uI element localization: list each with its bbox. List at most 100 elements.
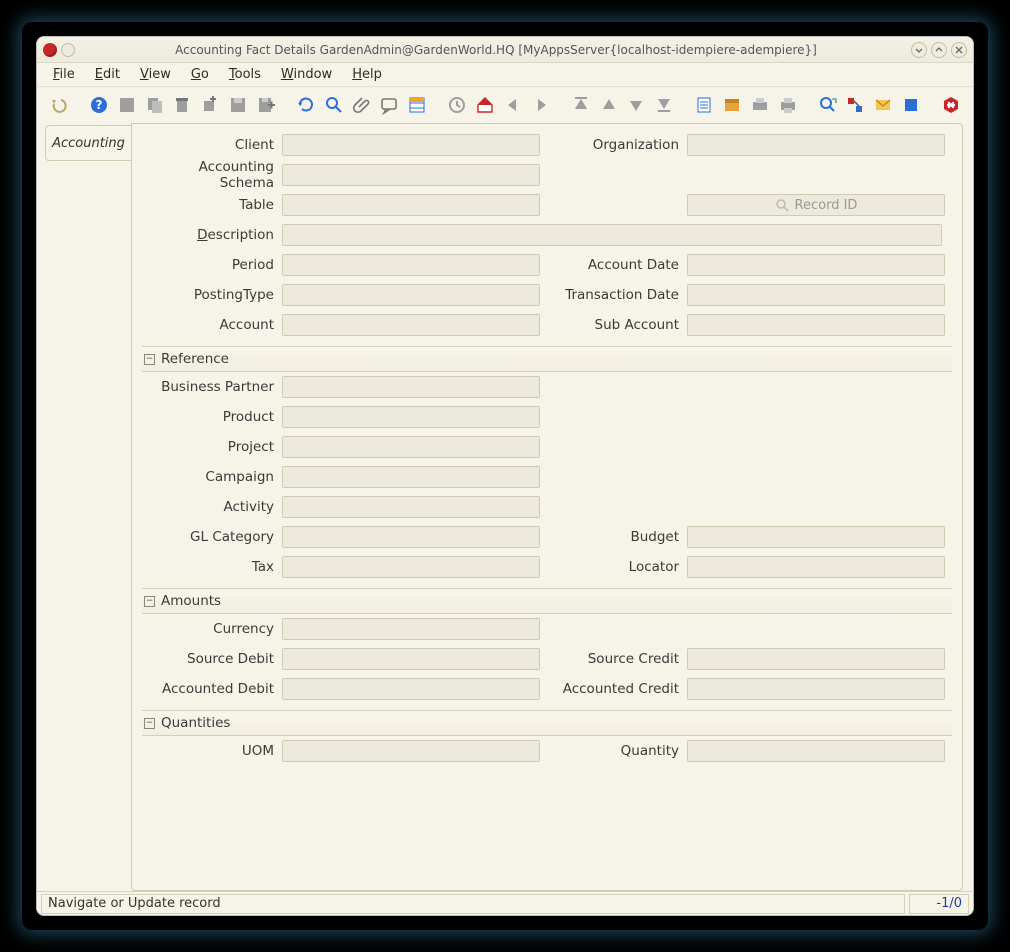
delete-icon[interactable] xyxy=(170,93,194,117)
field-gl-category[interactable] xyxy=(282,526,540,548)
collapse-icon: − xyxy=(144,596,155,607)
menu-go[interactable]: Go xyxy=(183,65,217,84)
label-campaign: Campaign xyxy=(142,469,282,485)
zoom-across-icon[interactable] xyxy=(816,93,840,117)
field-accounted-credit[interactable] xyxy=(687,678,945,700)
field-budget[interactable] xyxy=(687,526,945,548)
refresh-icon[interactable] xyxy=(294,93,318,117)
first-icon[interactable] xyxy=(569,93,593,117)
history-icon[interactable] xyxy=(445,93,469,117)
help-icon[interactable]: ? xyxy=(87,93,111,117)
delete-selection-icon[interactable] xyxy=(198,93,222,117)
field-sub-account[interactable] xyxy=(687,314,945,336)
section-amounts-label: Amounts xyxy=(161,593,221,609)
field-locator[interactable] xyxy=(687,556,945,578)
label-uom: UOM xyxy=(142,743,282,759)
field-client[interactable] xyxy=(282,134,540,156)
maximize-button[interactable] xyxy=(931,42,947,58)
field-activity[interactable] xyxy=(282,496,540,518)
label-table: Table xyxy=(142,197,282,213)
label-accounted-credit: Accounted Credit xyxy=(547,681,687,697)
side-tabs: Accounting xyxy=(37,123,131,891)
svg-text:?: ? xyxy=(95,98,102,112)
field-organization[interactable] xyxy=(687,134,945,156)
section-reference[interactable]: − Reference xyxy=(142,346,952,372)
close-button[interactable] xyxy=(951,42,967,58)
window-menu-button[interactable] xyxy=(61,43,75,57)
section-amounts[interactable]: − Amounts xyxy=(142,588,952,614)
undo-icon[interactable] xyxy=(47,93,71,117)
last-icon[interactable] xyxy=(652,93,676,117)
attachment-icon[interactable] xyxy=(350,93,374,117)
home-icon[interactable] xyxy=(473,93,497,117)
save-icon[interactable] xyxy=(226,93,250,117)
next-icon[interactable] xyxy=(624,93,648,117)
field-uom[interactable] xyxy=(282,740,540,762)
exit-icon[interactable] xyxy=(939,93,963,117)
back-icon[interactable] xyxy=(501,93,525,117)
find-icon[interactable] xyxy=(322,93,346,117)
grid-toggle-icon[interactable] xyxy=(405,93,429,117)
zoom-icon xyxy=(775,198,789,212)
field-campaign[interactable] xyxy=(282,466,540,488)
app-icon xyxy=(43,43,57,57)
print-preview-icon[interactable] xyxy=(748,93,772,117)
field-product[interactable] xyxy=(282,406,540,428)
field-transaction-date[interactable] xyxy=(687,284,945,306)
label-currency: Currency xyxy=(142,621,282,637)
archive-icon[interactable] xyxy=(720,93,744,117)
status-message: Navigate or Update record xyxy=(41,894,905,914)
field-source-credit[interactable] xyxy=(687,648,945,670)
record-id-button[interactable]: Record ID xyxy=(687,194,945,216)
label-gl-category: GL Category xyxy=(142,529,282,545)
field-source-debit[interactable] xyxy=(282,648,540,670)
report-icon[interactable] xyxy=(692,93,716,117)
field-account[interactable] xyxy=(282,314,540,336)
copy-icon[interactable] xyxy=(143,93,167,117)
app-window: Accounting Fact Details GardenAdmin@Gard… xyxy=(36,36,974,916)
field-project[interactable] xyxy=(282,436,540,458)
field-posting-type[interactable] xyxy=(282,284,540,306)
titlebar: Accounting Fact Details GardenAdmin@Gard… xyxy=(37,37,973,63)
menu-help[interactable]: Help xyxy=(344,65,390,84)
statusbar: Navigate or Update record -1/0 xyxy=(37,891,973,915)
label-posting-type: PostingType xyxy=(142,287,282,303)
field-tax[interactable] xyxy=(282,556,540,578)
field-description[interactable] xyxy=(282,224,942,246)
menu-tools[interactable]: Tools xyxy=(221,65,269,84)
field-accounting-schema[interactable] xyxy=(282,164,540,186)
menu-file[interactable]: File xyxy=(45,65,83,84)
section-quantities[interactable]: − Quantities xyxy=(142,710,952,736)
minimize-button[interactable] xyxy=(911,42,927,58)
status-record-count: -1/0 xyxy=(909,894,969,914)
menu-edit[interactable]: Edit xyxy=(87,65,128,84)
label-client: Client xyxy=(142,137,282,153)
product-info-icon[interactable] xyxy=(899,93,923,117)
menu-window[interactable]: Window xyxy=(273,65,340,84)
tab-accounting[interactable]: Accounting xyxy=(45,125,131,161)
field-account-date[interactable] xyxy=(687,254,945,276)
save-new-icon[interactable] xyxy=(254,93,278,117)
label-activity: Activity xyxy=(142,499,282,515)
previous-icon[interactable] xyxy=(597,93,621,117)
label-account-date: Account Date xyxy=(547,257,687,273)
chat-icon[interactable] xyxy=(378,93,402,117)
print-icon[interactable] xyxy=(776,93,800,117)
request-icon[interactable] xyxy=(871,93,895,117)
field-accounted-debit[interactable] xyxy=(282,678,540,700)
forward-icon[interactable] xyxy=(529,93,553,117)
menu-view[interactable]: View xyxy=(132,65,179,84)
label-accounted-debit: Accounted Debit xyxy=(142,681,282,697)
field-currency[interactable] xyxy=(282,618,540,640)
field-business-partner[interactable] xyxy=(282,376,540,398)
label-description: Description xyxy=(142,227,282,243)
label-transaction-date: Transaction Date xyxy=(547,287,687,303)
new-icon[interactable] xyxy=(115,93,139,117)
workflow-icon[interactable] xyxy=(843,93,867,117)
label-source-debit: Source Debit xyxy=(142,651,282,667)
label-sub-account: Sub Account xyxy=(547,317,687,333)
field-table[interactable] xyxy=(282,194,540,216)
field-quantity[interactable] xyxy=(687,740,945,762)
field-period[interactable] xyxy=(282,254,540,276)
section-quantities-label: Quantities xyxy=(161,715,230,731)
